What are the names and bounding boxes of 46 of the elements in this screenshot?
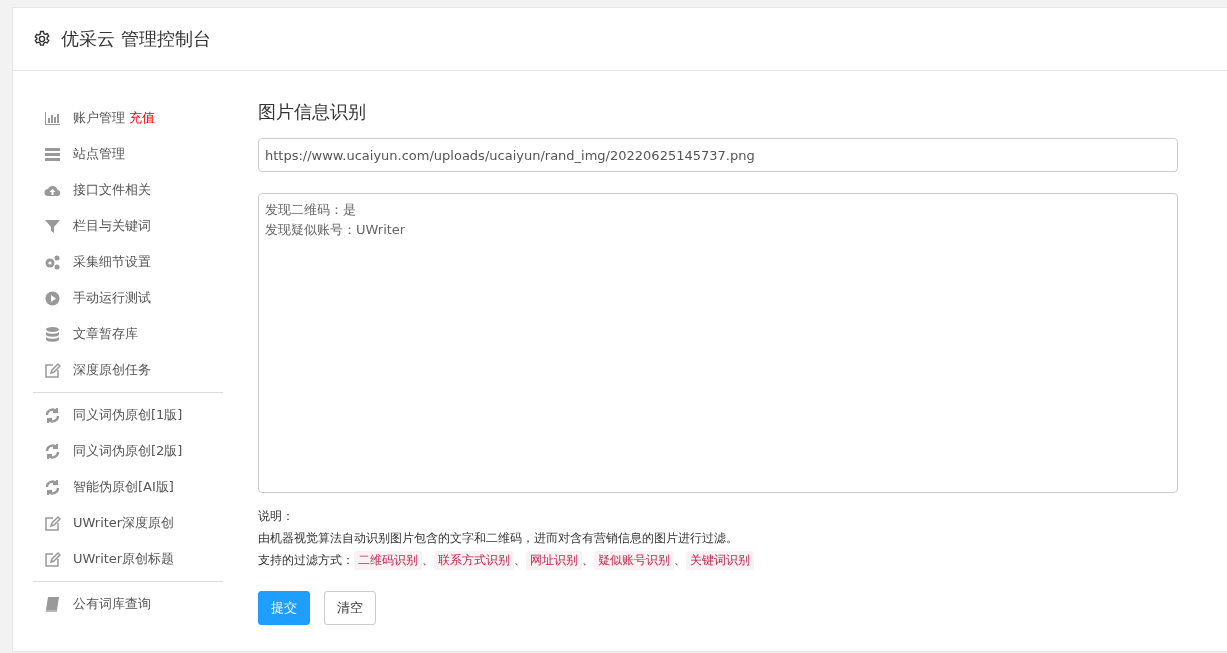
result-box[interactable]: 发现二维码：是 发现疑似账号：UWriter <box>258 193 1178 493</box>
bar-chart-icon <box>44 109 61 127</box>
sidebar-item[interactable]: 智能伪原创[AI版] <box>33 469 223 505</box>
sidebar-item[interactable]: UWriter原创标题 <box>33 541 223 577</box>
play-icon <box>44 289 61 307</box>
sidebar-item[interactable]: 公有词库查询 <box>33 586 223 622</box>
book-icon <box>44 595 61 613</box>
sidebar-item[interactable]: 文章暂存库 <box>33 316 223 352</box>
filters-label: 支持的过滤方式： <box>258 552 354 569</box>
sidebar-item[interactable]: 同义词伪原创[1版] <box>33 397 223 433</box>
filter-tag: 疑似账号识别 <box>594 550 674 570</box>
separator: 、 <box>422 552 434 569</box>
recharge-link[interactable]: 充值 <box>129 109 155 127</box>
database-icon <box>44 325 61 343</box>
sidebar-item[interactable]: 接口文件相关 <box>33 172 223 208</box>
note-text: 由机器视觉算法自动识别图片包含的文字和二维码，进而对含有营销信息的图片进行过滤。 <box>258 530 738 547</box>
filter-tag: 关键词识别 <box>686 550 754 570</box>
filter-tag: 二维码识别 <box>354 550 422 570</box>
sidebar-item[interactable]: 站点管理 <box>33 136 223 172</box>
sidebar-item[interactable]: UWriter深度原创 <box>33 505 223 541</box>
separator: 、 <box>514 552 526 569</box>
sidebar-item[interactable]: 深度原创任务 <box>33 352 223 388</box>
sidebar-item[interactable]: 栏目与关键词 <box>33 208 223 244</box>
filter-icon <box>44 217 61 235</box>
filter-tag: 联系方式识别 <box>434 550 514 570</box>
url-field[interactable]: https://www.ucaiyun.com/uploads/ucaiyun/rand_img/20220625145737.png <box>258 138 1178 172</box>
sidebar-item[interactable]: 手动运行测试 <box>33 280 223 316</box>
sidebar-item[interactable]: 同义词伪原创[2版] <box>33 433 223 469</box>
edit-icon <box>44 361 61 379</box>
separator: 、 <box>674 552 686 569</box>
console-title: 优采云 管理控制台 <box>61 27 211 51</box>
filter-tag: 网址识别 <box>526 550 582 570</box>
sidebar-item[interactable]: 账户管理 充值 <box>33 100 223 136</box>
refresh-icon <box>44 478 61 496</box>
edit-icon <box>44 514 61 532</box>
clear-button[interactable]: 清空 <box>324 591 376 625</box>
refresh-icon <box>44 442 61 460</box>
refresh-icon <box>44 406 61 424</box>
note-label: 说明： <box>258 508 294 525</box>
separator: 、 <box>582 552 594 569</box>
page-title: 图片信息识别 <box>258 100 367 124</box>
edit-icon <box>44 550 61 568</box>
settings-icon <box>33 30 51 48</box>
server-icon <box>44 145 61 163</box>
sidebar-item[interactable]: 采集细节设置 <box>33 244 223 280</box>
gears-icon <box>44 253 61 271</box>
